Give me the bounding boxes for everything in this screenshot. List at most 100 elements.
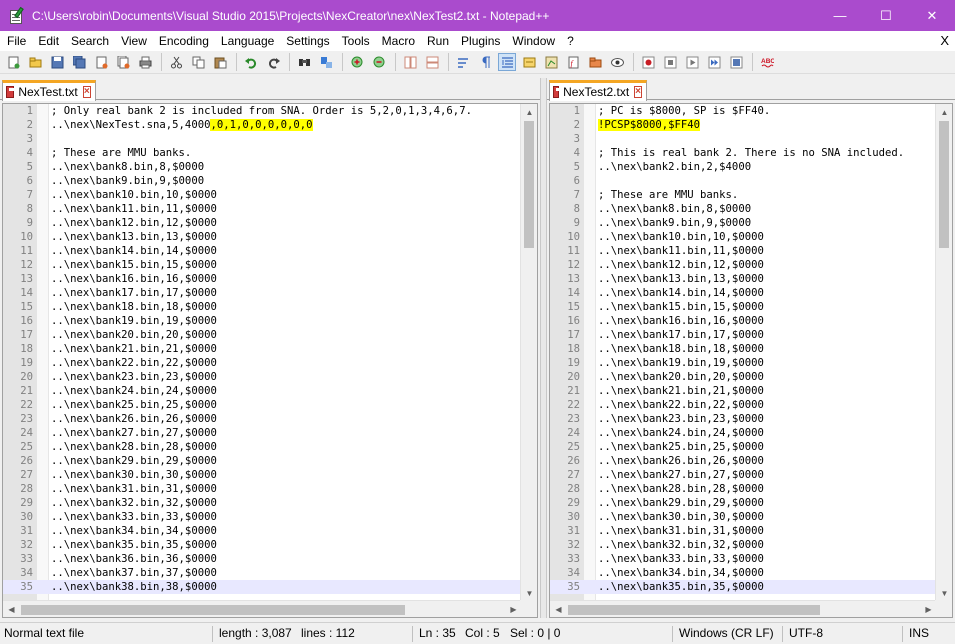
cut-icon[interactable] xyxy=(167,53,185,71)
code-line[interactable]: 11 ..\nex\bank11.bin,11,$0000 xyxy=(550,244,952,258)
line-text[interactable]: ..\nex\bank13.bin,13,$0000 xyxy=(51,230,217,244)
line-text[interactable]: ..\nex\bank9.bin,9,$0000 xyxy=(51,174,204,188)
line-text[interactable]: ..\nex\bank29.bin,29,$0000 xyxy=(51,454,217,468)
code-line[interactable]: 11 ..\nex\bank14.bin,14,$0000 xyxy=(3,244,537,258)
code-line[interactable]: 27 ..\nex\bank27.bin,27,$0000 xyxy=(550,468,952,482)
zoom-in-icon[interactable] xyxy=(348,53,366,71)
line-text[interactable]: ..\nex\bank24.bin,24,$0000 xyxy=(51,384,217,398)
indent-guide-icon[interactable] xyxy=(498,53,516,71)
code-line[interactable]: 30 ..\nex\bank33.bin,33,$0000 xyxy=(3,510,537,524)
user-defined-lang-icon[interactable] xyxy=(520,53,538,71)
code-line[interactable]: 7 ; These are MMU banks. xyxy=(550,188,952,202)
editor-right[interactable]: 1 ; PC is $8000, SP is $FF40. 2 !PCSP$8000,… xyxy=(549,103,953,618)
code-line[interactable]: 20 ..\nex\bank20.bin,20,$0000 xyxy=(550,370,952,384)
code-line[interactable]: 35 ..\nex\bank38.bin,38,$0000 xyxy=(3,580,537,594)
horizontal-scroll-thumb[interactable] xyxy=(568,605,820,615)
line-text[interactable]: ..\nex\bank21.bin,21,$0000 xyxy=(598,384,764,398)
line-text[interactable]: ..\nex\bank37.bin,37,$0000 xyxy=(51,566,217,580)
line-text[interactable]: ..\nex\bank35.bin,35,$0000 xyxy=(598,580,764,594)
show-all-chars-icon[interactable] xyxy=(476,53,494,71)
line-text[interactable]: ..\nex\bank15.bin,15,$0000 xyxy=(51,258,217,272)
line-text[interactable]: ; These are MMU banks. xyxy=(598,188,738,202)
line-text[interactable]: ..\nex\bank34.bin,34,$0000 xyxy=(51,524,217,538)
line-text[interactable]: ..\nex\bank2.bin,2,$4000 xyxy=(598,160,751,174)
code-line[interactable]: 20 ..\nex\bank23.bin,23,$0000 xyxy=(3,370,537,384)
code-line[interactable]: 10 ..\nex\bank10.bin,10,$0000 xyxy=(550,230,952,244)
line-text[interactable]: ..\nex\bank34.bin,34,$0000 xyxy=(598,566,764,580)
horizontal-scrollbar[interactable]: ◀ ▶ xyxy=(550,600,937,617)
line-text[interactable]: ..\nex\bank14.bin,14,$0000 xyxy=(598,286,764,300)
line-text[interactable]: ..\nex\bank8.bin,8,$0000 xyxy=(598,202,751,216)
line-text[interactable]: ..\nex\bank25.bin,25,$0000 xyxy=(51,398,217,412)
scroll-up-icon[interactable]: ▲ xyxy=(936,104,952,121)
line-text[interactable]: ; PC is $8000, SP is $FF40. xyxy=(598,104,770,118)
menu-settings[interactable]: Settings xyxy=(280,31,335,51)
code-line[interactable]: 27 ..\nex\bank30.bin,30,$0000 xyxy=(3,468,537,482)
line-text[interactable]: ..\nex\bank38.bin,38,$0000 xyxy=(51,580,217,594)
print-icon[interactable] xyxy=(136,53,154,71)
record-macro-icon[interactable] xyxy=(639,53,657,71)
menu-help[interactable]: ? xyxy=(561,31,580,51)
code-line[interactable]: 22 ..\nex\bank22.bin,22,$0000 xyxy=(550,398,952,412)
monitoring-icon[interactable] xyxy=(608,53,626,71)
copy-icon[interactable] xyxy=(189,53,207,71)
menu-tools[interactable]: Tools xyxy=(336,31,376,51)
menu-file[interactable]: File xyxy=(1,31,32,51)
line-text[interactable]: !PCSP$8000,$FF40 xyxy=(598,118,701,132)
code-line[interactable]: 23 ..\nex\bank23.bin,23,$0000 xyxy=(550,412,952,426)
vertical-scroll-thumb[interactable] xyxy=(939,121,949,248)
code-line[interactable]: 3 xyxy=(550,132,952,146)
line-text[interactable]: ..\nex\bank21.bin,21,$0000 xyxy=(51,342,217,356)
line-text[interactable]: ..\nex\bank20.bin,20,$0000 xyxy=(51,328,217,342)
line-text[interactable]: ..\nex\bank32.bin,32,$0000 xyxy=(598,538,764,552)
code-line[interactable]: 28 ..\nex\bank28.bin,28,$0000 xyxy=(550,482,952,496)
code-line[interactable]: 9 ..\nex\bank12.bin,12,$0000 xyxy=(3,216,537,230)
tab-nextest2[interactable]: NexTest2.txt × xyxy=(549,80,647,101)
view-splitter[interactable] xyxy=(540,78,547,618)
line-text[interactable]: ..\nex\NexTest.sna,5,4000,0,1,0,0,0,0,0,… xyxy=(51,118,313,132)
sync-vertical-icon[interactable] xyxy=(401,53,419,71)
code-line[interactable]: 8 ..\nex\bank11.bin,11,$0000 xyxy=(3,202,537,216)
code-line[interactable]: 17 ..\nex\bank20.bin,20,$0000 xyxy=(3,328,537,342)
code-line[interactable]: 7 ..\nex\bank10.bin,10,$0000 xyxy=(3,188,537,202)
play-multiple-icon[interactable] xyxy=(705,53,723,71)
sync-horizontal-icon[interactable] xyxy=(423,53,441,71)
save-macro-icon[interactable] xyxy=(727,53,745,71)
code-line[interactable]: 29 ..\nex\bank32.bin,32,$0000 xyxy=(3,496,537,510)
code-line[interactable]: 1 ; PC is $8000, SP is $FF40. xyxy=(550,104,952,118)
minimize-button[interactable]: — xyxy=(817,0,863,31)
line-text[interactable]: ..\nex\bank15.bin,15,$0000 xyxy=(598,300,764,314)
function-list-icon[interactable]: f xyxy=(564,53,582,71)
line-text[interactable]: ..\nex\bank11.bin,11,$0000 xyxy=(598,244,764,258)
code-line[interactable]: 12 ..\nex\bank12.bin,12,$0000 xyxy=(550,258,952,272)
code-line[interactable]: 5 ..\nex\bank8.bin,8,$0000 xyxy=(3,160,537,174)
code-line[interactable]: 19 ..\nex\bank19.bin,19,$0000 xyxy=(550,356,952,370)
code-line[interactable]: 6 ..\nex\bank9.bin,9,$0000 xyxy=(3,174,537,188)
line-text[interactable]: ; This is real bank 2. There is no SNA i… xyxy=(598,146,904,160)
zoom-out-icon[interactable] xyxy=(370,53,388,71)
line-text[interactable]: ..\nex\bank27.bin,27,$0000 xyxy=(598,468,764,482)
line-text[interactable]: ..\nex\bank26.bin,26,$0000 xyxy=(51,412,217,426)
code-line[interactable]: 3 xyxy=(3,132,537,146)
code-line[interactable]: 25 ..\nex\bank28.bin,28,$0000 xyxy=(3,440,537,454)
code-line[interactable]: 10 ..\nex\bank13.bin,13,$0000 xyxy=(3,230,537,244)
new-file-icon[interactable] xyxy=(4,53,22,71)
scroll-left-icon[interactable]: ◀ xyxy=(550,601,567,617)
code-line[interactable]: 15 ..\nex\bank15.bin,15,$0000 xyxy=(550,300,952,314)
menu-language[interactable]: Language xyxy=(215,31,280,51)
line-text[interactable]: ..\nex\bank36.bin,36,$0000 xyxy=(51,552,217,566)
tab-nextest[interactable]: NexTest.txt × xyxy=(2,80,96,101)
close-tab-icon[interactable]: × xyxy=(634,86,642,98)
line-text[interactable]: ..\nex\bank31.bin,31,$0000 xyxy=(51,482,217,496)
folder-workspace-icon[interactable] xyxy=(586,53,604,71)
line-text[interactable]: ..\nex\bank27.bin,27,$0000 xyxy=(51,426,217,440)
code-line[interactable]: 31 ..\nex\bank34.bin,34,$0000 xyxy=(3,524,537,538)
code-line[interactable]: 34 ..\nex\bank34.bin,34,$0000 xyxy=(550,566,952,580)
line-text[interactable]: ..\nex\bank10.bin,10,$0000 xyxy=(598,230,764,244)
spell-check-icon[interactable]: ABC xyxy=(758,53,776,71)
line-text[interactable]: ..\nex\bank19.bin,19,$0000 xyxy=(598,356,764,370)
line-text[interactable]: ..\nex\bank23.bin,23,$0000 xyxy=(51,370,217,384)
stop-record-icon[interactable] xyxy=(661,53,679,71)
menu-edit[interactable]: Edit xyxy=(32,31,65,51)
menu-macro[interactable]: Macro xyxy=(376,31,421,51)
